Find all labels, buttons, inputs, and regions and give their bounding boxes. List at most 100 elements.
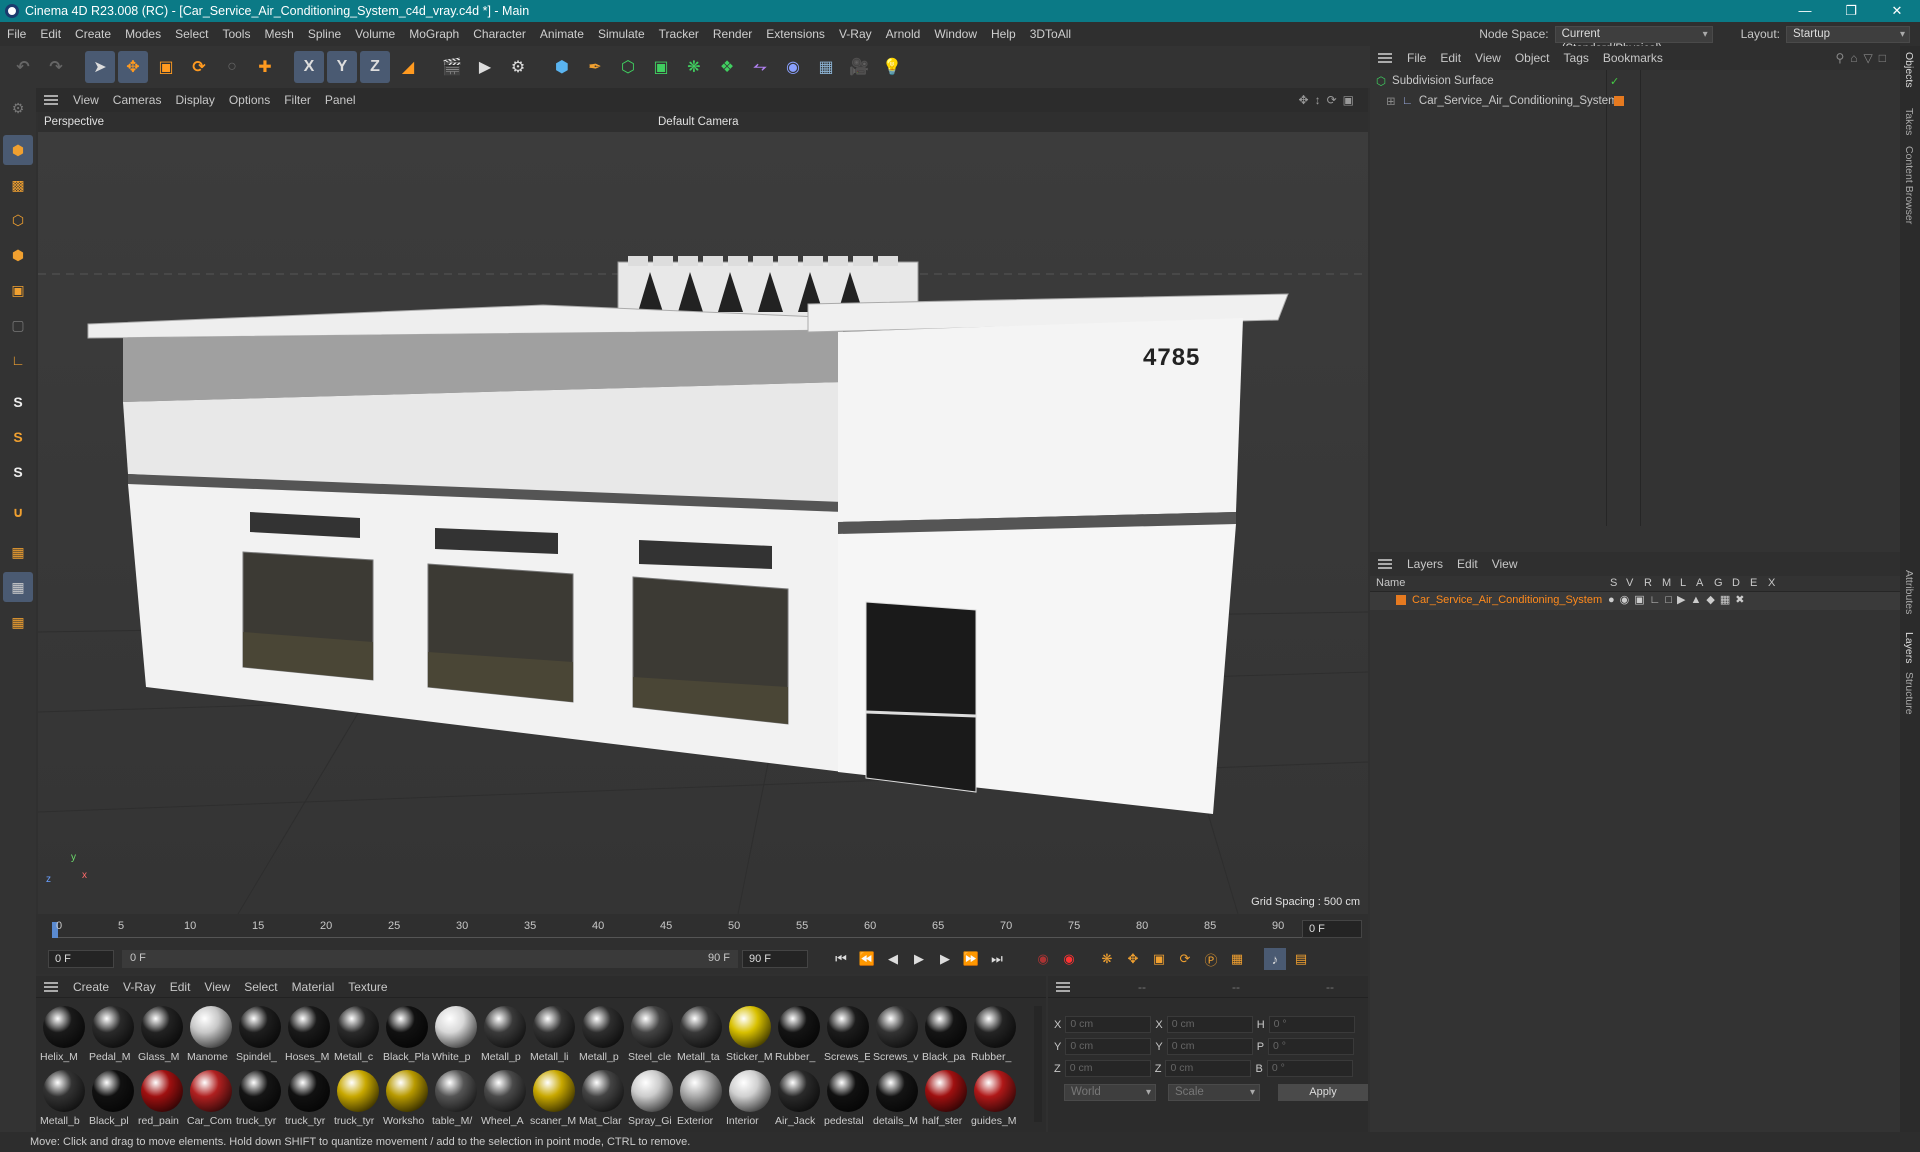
z-axis-lock-button[interactable]: Z: [360, 51, 390, 83]
menu-help[interactable]: Help: [984, 27, 1023, 41]
vp-menu-cameras[interactable]: Cameras: [106, 93, 169, 107]
node-space-select[interactable]: Current (Standard/Physical): [1554, 25, 1713, 55]
move-tool-icon[interactable]: ✥: [118, 51, 148, 83]
material-swatch[interactable]: pedestal: [824, 1066, 871, 1128]
object-row-car-service[interactable]: ⊞ ∟ Car_Service_Air_Conditioning_System: [1370, 92, 1900, 110]
material-swatch[interactable]: scaner_M: [530, 1066, 577, 1128]
menu-spline[interactable]: Spline: [301, 27, 348, 41]
keyframe-selection-icon[interactable]: ❋: [1096, 948, 1118, 970]
material-swatch[interactable]: details_M: [873, 1066, 920, 1128]
uv-mode-icon[interactable]: ▢: [3, 310, 33, 340]
material-swatch[interactable]: table_M/: [432, 1066, 479, 1128]
snap-s-button-2[interactable]: S: [3, 422, 33, 452]
obj-menu-object[interactable]: Object: [1508, 51, 1557, 65]
material-swatch[interactable]: White_p: [432, 1002, 479, 1064]
side-tab-layers[interactable]: Layers: [1903, 632, 1915, 664]
material-swatch[interactable]: Black_pa: [922, 1002, 969, 1064]
size-z-field[interactable]: 0 cm: [1165, 1060, 1252, 1077]
material-swatch[interactable]: Metall_p: [481, 1002, 528, 1064]
material-swatch[interactable]: Manome: [187, 1002, 234, 1064]
material-swatch[interactable]: red_pain: [138, 1066, 185, 1128]
snap-s-button-1[interactable]: S: [3, 387, 33, 417]
camera-icon[interactable]: 🎥: [844, 51, 874, 83]
material-swatch[interactable]: Steel_cle: [628, 1002, 675, 1064]
key-parameter-icon[interactable]: Ⓟ: [1200, 948, 1222, 970]
material-swatch[interactable]: truck_tyr: [334, 1066, 381, 1128]
coord-system-select[interactable]: World: [1064, 1084, 1156, 1101]
sound-icon[interactable]: ♪: [1264, 948, 1286, 970]
side-tab-content-browser[interactable]: Content Browser: [1903, 146, 1915, 224]
menu-extensions[interactable]: Extensions: [759, 27, 832, 41]
auto-key-icon[interactable]: ◉: [1058, 948, 1080, 970]
apply-button[interactable]: Apply: [1278, 1084, 1368, 1101]
current-frame-field[interactable]: 0 F: [1302, 920, 1362, 938]
layer-flag-icons[interactable]: ●◉▣∟□▶▲◆▦✖: [1608, 593, 1749, 606]
make-editable-icon[interactable]: ⚙: [3, 93, 33, 123]
material-swatch[interactable]: Sticker_M: [726, 1002, 773, 1064]
menu-tracker[interactable]: Tracker: [652, 27, 706, 41]
layer-name[interactable]: Car_Service_Air_Conditioning_System: [1412, 594, 1602, 606]
key-position-icon[interactable]: ✥: [1122, 948, 1144, 970]
mat-menu-create[interactable]: Create: [66, 980, 116, 994]
viewport-nav-icons[interactable]: ✥↕⟳▣: [1299, 93, 1360, 107]
rotate-tool-icon[interactable]: ⟳: [184, 51, 214, 83]
menu-character[interactable]: Character: [466, 27, 533, 41]
material-hamburger-icon[interactable]: [44, 981, 58, 992]
cube-primitive-icon[interactable]: ⬢: [547, 51, 577, 83]
obj-menu-edit[interactable]: Edit: [1433, 51, 1468, 65]
material-swatch[interactable]: Wheel_A: [481, 1066, 528, 1128]
material-swatch[interactable]: Metall_li: [530, 1002, 577, 1064]
side-tab-attributes[interactable]: Attributes: [1903, 570, 1915, 614]
layer-row[interactable]: Car_Service_Air_Conditioning_System ●◉▣∟…: [1370, 592, 1900, 610]
subdivision-surface-icon[interactable]: ⬡: [613, 51, 643, 83]
menu-volume[interactable]: Volume: [348, 27, 402, 41]
prev-key-icon[interactable]: ⏪: [856, 948, 878, 970]
mat-menu-texture[interactable]: Texture: [341, 980, 394, 994]
end-frame-field[interactable]: 90 F: [742, 950, 808, 968]
vp-menu-panel[interactable]: Panel: [318, 93, 363, 107]
material-swatch[interactable]: Metall_ta: [677, 1002, 724, 1064]
cloner-icon[interactable]: ❋: [679, 51, 709, 83]
render-picture-viewer-icon[interactable]: ▶: [470, 51, 500, 83]
mograph-icon[interactable]: ❖: [712, 51, 742, 83]
menu-window[interactable]: Window: [927, 27, 984, 41]
points-mode-icon[interactable]: ⬡: [3, 205, 33, 235]
material-swatch[interactable]: half_ster: [922, 1066, 969, 1128]
vp-menu-options[interactable]: Options: [222, 93, 277, 107]
extrude-generator-icon[interactable]: ▣: [646, 51, 676, 83]
menu-tools[interactable]: Tools: [215, 27, 257, 41]
recent-tools-icon[interactable]: ○: [217, 51, 247, 83]
material-swatch[interactable]: Interior: [726, 1066, 773, 1128]
next-frame-icon[interactable]: ▶: [934, 948, 956, 970]
3d-viewport[interactable]: Perspective Default Camera 4785 Grid Spa…: [38, 112, 1368, 914]
field-icon[interactable]: ◉: [778, 51, 808, 83]
viewport-camera-name[interactable]: Default Camera: [658, 116, 739, 128]
pos-y-field[interactable]: 0 cm: [1065, 1038, 1152, 1055]
menu-simulate[interactable]: Simulate: [591, 27, 652, 41]
rot-b-field[interactable]: 0 °: [1266, 1060, 1353, 1077]
polygons-mode-icon[interactable]: ▣: [3, 275, 33, 305]
render-settings-icon[interactable]: ⚙: [503, 51, 533, 83]
timeline-icon[interactable]: ▤: [1290, 948, 1312, 970]
mat-menu-edit[interactable]: Edit: [163, 980, 198, 994]
material-swatch[interactable]: Mat_Clar: [579, 1066, 626, 1128]
spline-pen-icon[interactable]: ✒: [580, 51, 610, 83]
side-tab-objects[interactable]: Objects: [1903, 52, 1915, 88]
coordinate-system-icon[interactable]: ◢: [393, 51, 423, 83]
menu-modes[interactable]: Modes: [118, 27, 168, 41]
rot-h-field[interactable]: 0 °: [1268, 1016, 1355, 1033]
menu-select[interactable]: Select: [168, 27, 215, 41]
menu-create[interactable]: Create: [68, 27, 118, 41]
go-to-end-icon[interactable]: ⏭: [986, 948, 1008, 970]
obj-menu-view[interactable]: View: [1468, 51, 1508, 65]
go-to-start-icon[interactable]: ⏮: [830, 948, 852, 970]
objects-search-icon[interactable]: ⚲⌂▽□: [1835, 51, 1892, 65]
material-swatch[interactable]: Rubber_: [775, 1002, 822, 1064]
key-rotation-icon[interactable]: ⟳: [1174, 948, 1196, 970]
size-y-field[interactable]: 0 cm: [1166, 1038, 1253, 1055]
workplane-icon[interactable]: ▦: [3, 537, 33, 567]
material-swatch[interactable]: Metall_p: [579, 1002, 626, 1064]
x-axis-lock-button[interactable]: X: [294, 51, 324, 83]
transform-tool-icon[interactable]: ✚: [250, 51, 280, 83]
timeline-ruler[interactable]: 0 5 10 15 20 25 30 35 40 45 50 55 60 65 …: [36, 914, 1368, 944]
